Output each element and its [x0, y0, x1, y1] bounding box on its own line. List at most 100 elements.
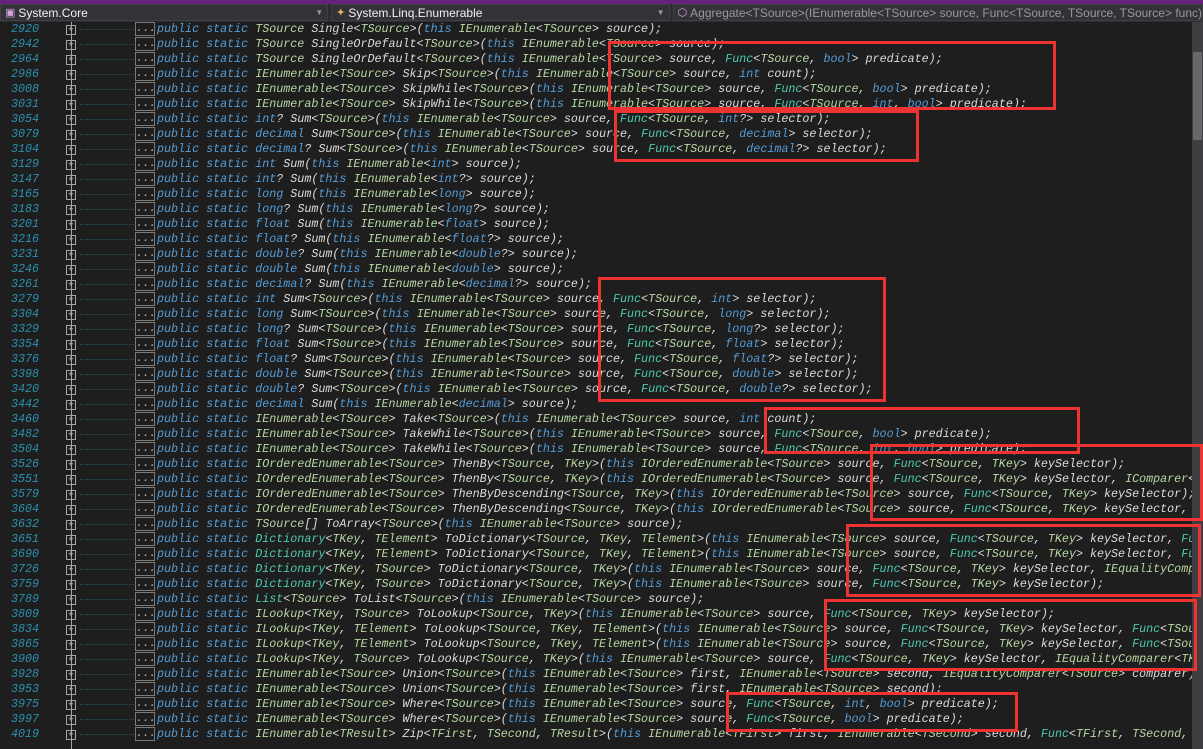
- class-dropdown[interactable]: ✦System.Linq.Enumerable▼: [331, 4, 669, 21]
- collapsed-body-button[interactable]: ...: [135, 577, 155, 591]
- collapsed-body-button[interactable]: ...: [135, 592, 155, 606]
- collapsed-body-button[interactable]: ...: [135, 502, 155, 516]
- collapsed-body-button[interactable]: ...: [135, 712, 155, 726]
- code-line[interactable]: 3231+...public static double? Sum(this I…: [0, 247, 1192, 262]
- collapsed-body-button[interactable]: ...: [135, 457, 155, 471]
- collapsed-body-button[interactable]: ...: [135, 442, 155, 456]
- collapsed-body-button[interactable]: ...: [135, 637, 155, 651]
- collapsed-body-button[interactable]: ...: [135, 217, 155, 231]
- code-line[interactable]: 3246+...public static double Sum(this IE…: [0, 262, 1192, 277]
- code-line[interactable]: 3420+...public static double? Sum<TSourc…: [0, 382, 1192, 397]
- code-line[interactable]: 3460+...public static IEnumerable<TSourc…: [0, 412, 1192, 427]
- code-line[interactable]: 3651+...public static Dictionary<TKey, T…: [0, 532, 1192, 547]
- collapsed-body-button[interactable]: ...: [135, 727, 155, 741]
- code-line[interactable]: 3789+...public static List<TSource> ToLi…: [0, 592, 1192, 607]
- collapsed-body-button[interactable]: ...: [135, 112, 155, 126]
- code-line[interactable]: 2920+...public static TSource Single<TSo…: [0, 22, 1192, 37]
- code-line[interactable]: 2964+...public static TSource SingleOrDe…: [0, 52, 1192, 67]
- code-line[interactable]: 3928+...public static IEnumerable<TSourc…: [0, 667, 1192, 682]
- code-line[interactable]: 2942+...public static TSource SingleOrDe…: [0, 37, 1192, 52]
- code-line[interactable]: 3953+...public static IEnumerable<TSourc…: [0, 682, 1192, 697]
- collapsed-body-button[interactable]: ...: [135, 187, 155, 201]
- code-line[interactable]: 3201+...public static float Sum(this IEn…: [0, 217, 1192, 232]
- code-line[interactable]: 3690+...public static Dictionary<TKey, T…: [0, 547, 1192, 562]
- code-line[interactable]: 3834+...public static ILookup<TKey, TEle…: [0, 622, 1192, 637]
- code-line[interactable]: 3261+...public static decimal? Sum(this …: [0, 277, 1192, 292]
- code-line[interactable]: 3504+...public static IEnumerable<TSourc…: [0, 442, 1192, 457]
- collapsed-body-button[interactable]: ...: [135, 292, 155, 306]
- code-line[interactable]: 3165+...public static long Sum(this IEnu…: [0, 187, 1192, 202]
- code-line[interactable]: 3398+...public static double Sum<TSource…: [0, 367, 1192, 382]
- collapsed-body-button[interactable]: ...: [135, 172, 155, 186]
- collapsed-body-button[interactable]: ...: [135, 52, 155, 66]
- collapsed-body-button[interactable]: ...: [135, 412, 155, 426]
- collapsed-body-button[interactable]: ...: [135, 382, 155, 396]
- collapsed-body-button[interactable]: ...: [135, 247, 155, 261]
- collapsed-body-button[interactable]: ...: [135, 427, 155, 441]
- collapsed-body-button[interactable]: ...: [135, 322, 155, 336]
- collapsed-body-button[interactable]: ...: [135, 67, 155, 81]
- code-line[interactable]: 3183+...public static long? Sum(this IEn…: [0, 202, 1192, 217]
- project-dropdown[interactable]: ▣System.Core▼: [0, 4, 328, 21]
- collapsed-body-button[interactable]: ...: [135, 667, 155, 681]
- collapsed-body-button[interactable]: ...: [135, 37, 155, 51]
- collapsed-body-button[interactable]: ...: [135, 307, 155, 321]
- code-line[interactable]: 2986+...public static IEnumerable<TSourc…: [0, 67, 1192, 82]
- code-line[interactable]: 3354+...public static float Sum<TSource>…: [0, 337, 1192, 352]
- collapsed-body-button[interactable]: ...: [135, 562, 155, 576]
- collapsed-body-button[interactable]: ...: [135, 232, 155, 246]
- code-line[interactable]: 3216+...public static float? Sum(this IE…: [0, 232, 1192, 247]
- collapsed-body-button[interactable]: ...: [135, 682, 155, 696]
- collapsed-body-button[interactable]: ...: [135, 367, 155, 381]
- code-line[interactable]: 3482+...public static IEnumerable<TSourc…: [0, 427, 1192, 442]
- collapsed-body-button[interactable]: ...: [135, 517, 155, 531]
- collapsed-body-button[interactable]: ...: [135, 697, 155, 711]
- collapsed-body-button[interactable]: ...: [135, 142, 155, 156]
- scrollbar-thumb[interactable]: [1193, 52, 1202, 140]
- collapsed-body-button[interactable]: ...: [135, 202, 155, 216]
- code-editor[interactable]: 2920+...public static TSource Single<TSo…: [0, 22, 1192, 749]
- code-line[interactable]: 3031+...public static IEnumerable<TSourc…: [0, 97, 1192, 112]
- code-line[interactable]: 3376+...public static float? Sum<TSource…: [0, 352, 1192, 367]
- code-line[interactable]: 3900+...public static ILookup<TKey, TSou…: [0, 652, 1192, 667]
- collapsed-body-button[interactable]: ...: [135, 127, 155, 141]
- collapsed-body-button[interactable]: ...: [135, 652, 155, 666]
- code-line[interactable]: 3975+...public static IEnumerable<TSourc…: [0, 697, 1192, 712]
- collapsed-body-button[interactable]: ...: [135, 532, 155, 546]
- collapsed-body-button[interactable]: ...: [135, 607, 155, 621]
- collapsed-body-button[interactable]: ...: [135, 622, 155, 636]
- collapsed-body-button[interactable]: ...: [135, 157, 155, 171]
- code-line[interactable]: 3865+...public static ILookup<TKey, TEle…: [0, 637, 1192, 652]
- vertical-scrollbar[interactable]: [1192, 22, 1203, 749]
- code-line[interactable]: 3147+...public static int? Sum(this IEnu…: [0, 172, 1192, 187]
- code-line[interactable]: 3997+...public static IEnumerable<TSourc…: [0, 712, 1192, 727]
- code-line[interactable]: 3726+...public static Dictionary<TKey, T…: [0, 562, 1192, 577]
- collapsed-body-button[interactable]: ...: [135, 22, 155, 36]
- code-line[interactable]: 3008+...public static IEnumerable<TSourc…: [0, 82, 1192, 97]
- code-line[interactable]: 3054+...public static int? Sum<TSource>(…: [0, 112, 1192, 127]
- collapsed-body-button[interactable]: ...: [135, 397, 155, 411]
- code-line[interactable]: 3079+...public static decimal Sum<TSourc…: [0, 127, 1192, 142]
- collapsed-body-button[interactable]: ...: [135, 277, 155, 291]
- collapsed-body-button[interactable]: ...: [135, 472, 155, 486]
- code-line[interactable]: 3104+...public static decimal? Sum<TSour…: [0, 142, 1192, 157]
- code-line[interactable]: 3809+...public static ILookup<TKey, TSou…: [0, 607, 1192, 622]
- collapsed-body-button[interactable]: ...: [135, 487, 155, 501]
- collapsed-body-button[interactable]: ...: [135, 262, 155, 276]
- code-line[interactable]: 3129+...public static int Sum(this IEnum…: [0, 157, 1192, 172]
- code-line[interactable]: 3329+...public static long? Sum<TSource>…: [0, 322, 1192, 337]
- code-line[interactable]: 3526+...public static IOrderedEnumerable…: [0, 457, 1192, 472]
- code-line[interactable]: 3579+...public static IOrderedEnumerable…: [0, 487, 1192, 502]
- code-line[interactable]: 3304+...public static long Sum<TSource>(…: [0, 307, 1192, 322]
- collapsed-body-button[interactable]: ...: [135, 82, 155, 96]
- collapsed-body-button[interactable]: ...: [135, 547, 155, 561]
- code-line[interactable]: 3442+...public static decimal Sum(this I…: [0, 397, 1192, 412]
- collapsed-body-button[interactable]: ...: [135, 352, 155, 366]
- code-line[interactable]: 3759+...public static Dictionary<TKey, T…: [0, 577, 1192, 592]
- collapsed-body-button[interactable]: ...: [135, 97, 155, 111]
- collapsed-body-button[interactable]: ...: [135, 337, 155, 351]
- code-line[interactable]: 4019+...public static IEnumerable<TResul…: [0, 727, 1192, 742]
- code-line[interactable]: 3551+...public static IOrderedEnumerable…: [0, 472, 1192, 487]
- member-dropdown[interactable]: ⬡Aggregate<TSource>(IEnumerable<TSource>…: [673, 4, 1203, 21]
- code-line[interactable]: 3632+...public static TSource[] ToArray<…: [0, 517, 1192, 532]
